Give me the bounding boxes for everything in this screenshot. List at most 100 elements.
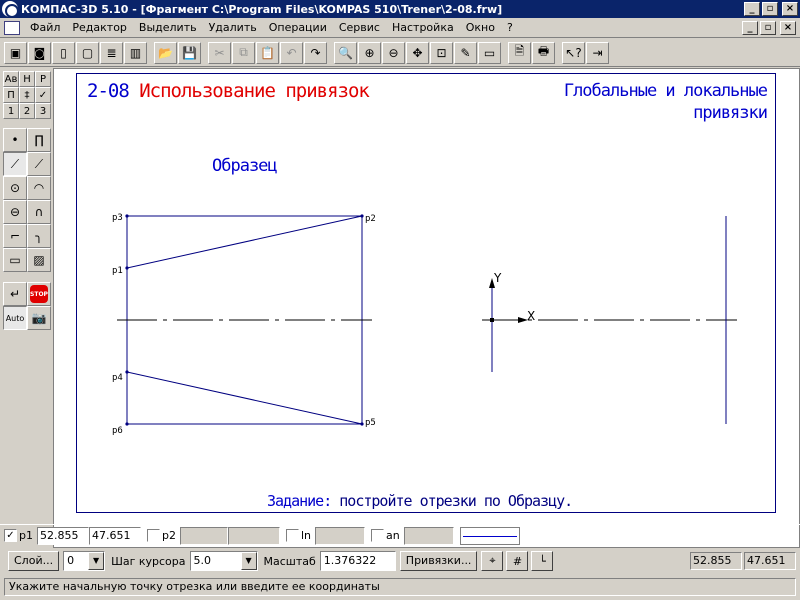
new-spec-icon[interactable]: ▥ (124, 41, 147, 64)
new-assembly-icon[interactable]: ◙ (28, 41, 51, 64)
doc-restore-button[interactable]: ▫ (760, 20, 776, 35)
arc-tool-icon[interactable]: ◠ (27, 176, 51, 200)
tab-1[interactable]: 1 (3, 103, 19, 119)
chevron-down-icon[interactable]: ▼ (88, 552, 105, 570)
menu-select[interactable]: Выделить (133, 19, 203, 37)
scale-input[interactable]: 1.376322 (319, 551, 396, 571)
minimize-button[interactable]: _ (744, 2, 760, 16)
tab-select[interactable]: ✓ (35, 87, 51, 103)
p2-x-field[interactable] (179, 526, 228, 545)
pan-icon[interactable]: ✥ (406, 41, 429, 64)
view-icon[interactable]: ▭ (478, 41, 501, 64)
menu-help[interactable]: ? (501, 19, 519, 37)
tab-dimensions[interactable]: Н (19, 71, 35, 87)
new-fragment-icon[interactable]: ▢ (76, 41, 99, 64)
axis-x-label: X (527, 309, 535, 323)
label-p5: p5 (365, 418, 376, 428)
local-cs-icon[interactable]: └ (531, 551, 554, 571)
ln-fix-checkbox[interactable] (285, 529, 299, 542)
tab-edit[interactable]: Р (35, 71, 51, 87)
point-p6 (125, 422, 129, 426)
tab-text[interactable]: Ав (3, 71, 19, 87)
new-text-doc-icon[interactable]: ≣ (100, 41, 123, 64)
zoom-in-icon[interactable]: ⊕ (358, 41, 381, 64)
spline-tool-icon[interactable]: ∩ (27, 200, 51, 224)
tab-3[interactable]: 3 (35, 103, 51, 119)
tab-2[interactable]: 2 (19, 103, 35, 119)
new-part-icon[interactable]: ▣ (4, 41, 27, 64)
angle-field[interactable] (403, 526, 454, 545)
maximize-button[interactable]: ▫ (762, 2, 778, 16)
zoom-all-icon[interactable]: ⊡ (430, 41, 453, 64)
drawing-canvas[interactable]: 2-08 Использование привязок Глобальные и… (53, 68, 800, 548)
length-field[interactable] (315, 526, 365, 545)
hatch-tool-icon[interactable]: ▨ (27, 248, 51, 272)
auto-create-button[interactable]: Auto (3, 306, 27, 330)
open-folder-icon[interactable]: 📂 (154, 41, 177, 64)
print-icon[interactable]: 🖶 (532, 41, 555, 64)
cut-icon[interactable]: ✂ (208, 41, 231, 64)
step-combo[interactable]: 5.0 ▼ (189, 551, 258, 571)
an-fix-checkbox[interactable] (371, 529, 384, 542)
redo-icon[interactable]: ↷ (304, 41, 327, 64)
layer-button[interactable]: Слой... (8, 551, 60, 571)
chamfer-tool-icon[interactable]: ⌐ (3, 224, 27, 248)
grid-icon[interactable]: # (506, 551, 529, 571)
menu-delete[interactable]: Удалить (203, 19, 263, 37)
step-value: 5.0 (193, 554, 212, 567)
menu-bar: Файл Редактор Выделить Удалить Операции … (0, 18, 800, 38)
point-p1 (125, 266, 129, 270)
exit-icon[interactable]: ⇥ (586, 41, 609, 64)
tab-params[interactable]: П (3, 87, 19, 103)
menu-file[interactable]: Файл (24, 19, 66, 37)
context-help-icon[interactable]: ↖? (562, 41, 585, 64)
menu-window[interactable]: Окно (460, 19, 501, 37)
parallel-segment-icon[interactable]: ⟋ (27, 152, 51, 176)
menu-editor[interactable]: Редактор (66, 19, 133, 37)
zoom-window-icon[interactable]: 🔍 (334, 41, 357, 64)
undo-icon[interactable]: ↶ (280, 41, 303, 64)
menu-settings[interactable]: Настройка (386, 19, 460, 37)
snaps-button[interactable]: Привязки... (399, 551, 478, 571)
camera-icon[interactable]: 📷 (27, 306, 51, 330)
doc-close-button[interactable]: × (780, 20, 796, 35)
preview-icon[interactable]: 🗎 (508, 41, 531, 64)
zoom-out-icon[interactable]: ⊖ (382, 41, 405, 64)
paste-icon[interactable]: 📋 (256, 41, 279, 64)
doc-minimize-button[interactable]: _ (742, 20, 758, 35)
p1-y-field[interactable]: 47.651 (88, 526, 141, 545)
menu-operations[interactable]: Операции (263, 19, 333, 37)
p1-x-field[interactable]: 52.855 (36, 526, 89, 545)
title-bar[interactable]: КОМПАС-3D 5.10 - [Фрагмент C:\Program Fi… (0, 0, 800, 18)
enter-object-icon[interactable]: ↵ (3, 282, 27, 306)
circle-tool-icon[interactable]: ⊙ (3, 176, 27, 200)
close-button[interactable]: × (782, 2, 798, 16)
document-icon[interactable] (4, 20, 20, 35)
ellipse-tool-icon[interactable]: ⊖ (3, 200, 27, 224)
save-icon[interactable]: 💾 (178, 41, 201, 64)
layer-combo[interactable]: 0 ▼ (63, 551, 106, 571)
coordinates-bar: ✓ p1 52.855 47.651 p2 ln an (0, 524, 800, 546)
auxiliary-line-icon[interactable]: ∏ (27, 128, 51, 152)
status-message: Укажите начальную точку отрезка или введ… (4, 578, 796, 596)
fillet-tool-icon[interactable]: ╮ (27, 224, 51, 248)
line-style-preview[interactable] (459, 526, 520, 545)
segment-tool-icon[interactable]: ⟋ (3, 152, 27, 176)
rectangle-tool-icon[interactable]: ▭ (3, 248, 27, 272)
point-tool-icon[interactable]: • (3, 128, 27, 152)
new-sheet-icon[interactable]: ▯ (52, 41, 75, 64)
parameters-bar: Слой... 0 ▼ Шаг курсора 5.0 ▼ Масштаб 1.… (0, 549, 800, 573)
label-p3: p3 (112, 213, 123, 223)
snap-toggle-icon[interactable]: ⌖ (481, 551, 504, 571)
label-p4: p4 (112, 373, 123, 383)
chevron-down-icon[interactable]: ▼ (240, 552, 257, 570)
refresh-icon[interactable]: ✎ (454, 41, 477, 64)
stop-button[interactable]: STOP (27, 282, 51, 306)
p2-fix-checkbox[interactable] (146, 529, 160, 542)
kompas-app-icon[interactable] (2, 1, 19, 18)
tab-measure[interactable]: ‡ (19, 87, 35, 103)
p1-fix-checkbox[interactable]: ✓ (4, 529, 17, 542)
p2-y-field[interactable] (227, 526, 280, 545)
copy-icon[interactable]: ⧉ (232, 41, 255, 64)
menu-service[interactable]: Сервис (333, 19, 386, 37)
